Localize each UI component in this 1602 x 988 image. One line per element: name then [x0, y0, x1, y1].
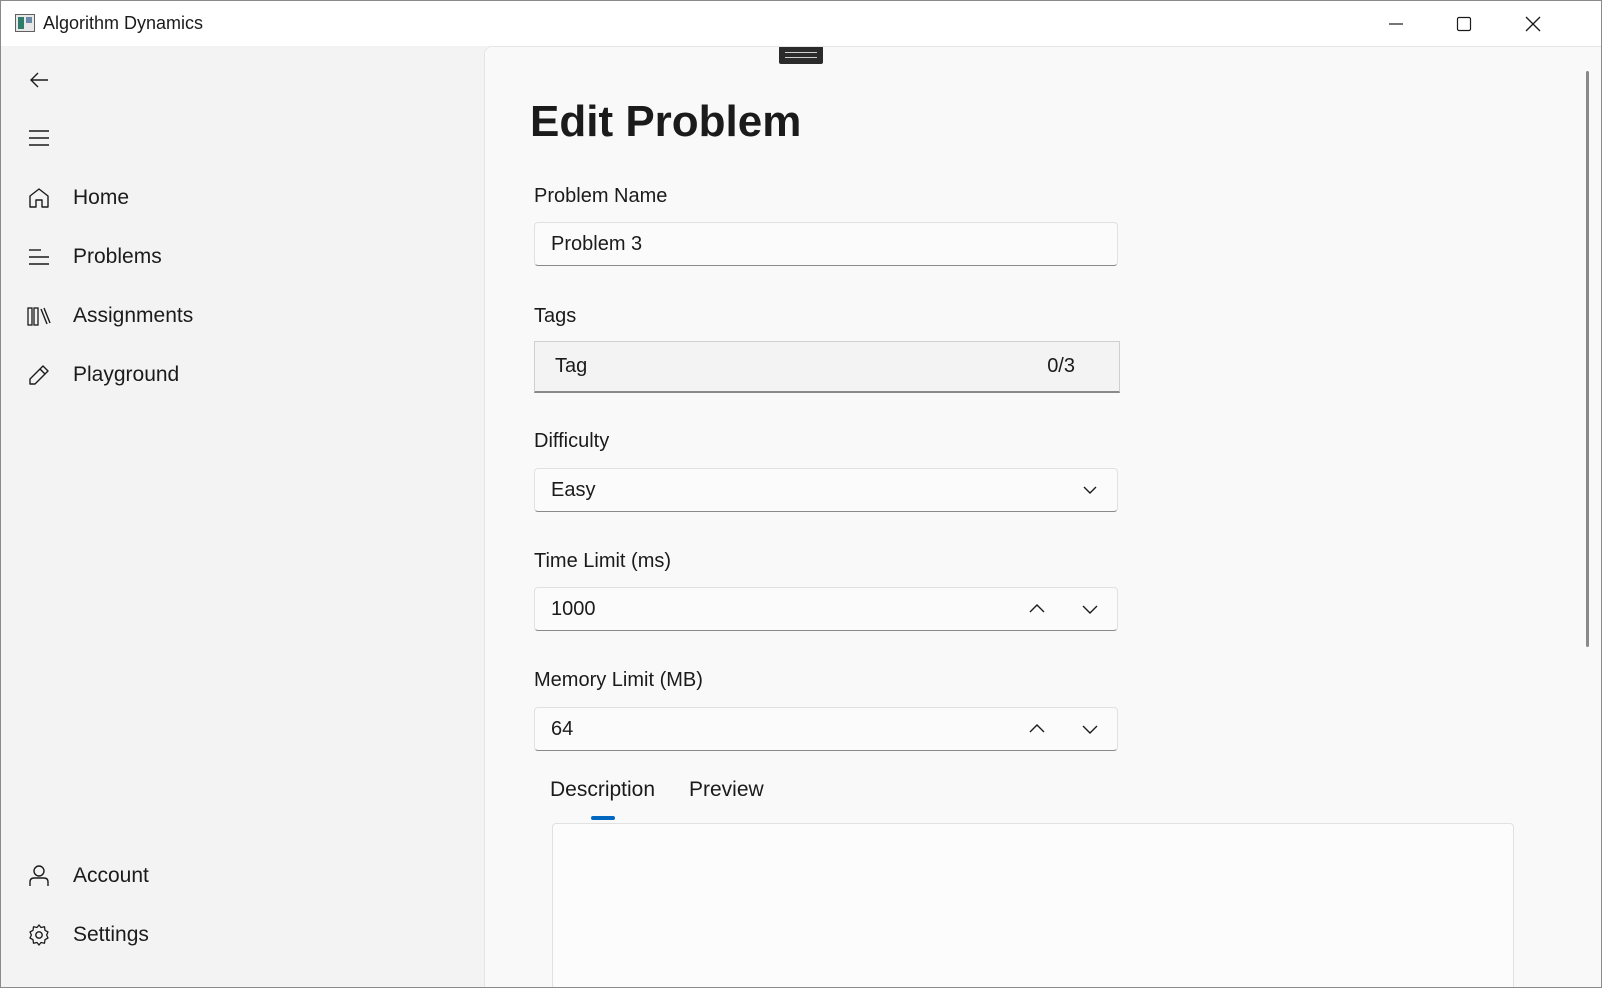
increment-button[interactable]	[1022, 714, 1052, 744]
problem-name-value: Problem 3	[551, 232, 643, 255]
back-button[interactable]	[19, 60, 59, 100]
maximize-button[interactable]	[1429, 1, 1499, 46]
nav-item-playground[interactable]: Playground	[19, 351, 459, 399]
tab-description[interactable]: Description	[550, 778, 655, 802]
nav-item-label: Account	[73, 864, 149, 887]
chevron-down-icon	[1082, 725, 1098, 734]
nav-item-label: Playground	[73, 363, 180, 386]
tab-preview[interactable]: Preview	[689, 778, 764, 802]
time-limit-value: 1000	[551, 597, 596, 620]
nav-item-problems[interactable]: Problems	[19, 233, 459, 281]
problem-name-input[interactable]: Problem 3	[534, 222, 1118, 266]
nav-item-settings[interactable]: Settings	[19, 911, 459, 959]
chevron-up-icon	[1029, 604, 1045, 613]
content-frame: Edit Problem Problem Name Problem 3 Tags…	[484, 46, 1601, 987]
maximize-icon	[1456, 16, 1472, 31]
list-icon	[19, 237, 59, 277]
navigation-pane: Home Problems Assignments Playground Acc…	[1, 46, 483, 987]
tags-placeholder: Tag	[555, 355, 588, 377]
decrement-button[interactable]	[1075, 714, 1105, 744]
difficulty-value: Easy	[551, 478, 596, 501]
drag-handle[interactable]	[779, 47, 823, 64]
pencil-icon	[19, 355, 59, 395]
chevron-down-icon	[1082, 605, 1098, 614]
title-bar[interactable]: Algorithm Dynamics	[1, 1, 1601, 46]
tags-input[interactable]: Tag 0/3	[534, 341, 1120, 393]
close-icon	[1525, 16, 1541, 31]
nav-item-label: Home	[73, 186, 130, 209]
vertical-scrollbar[interactable]	[1586, 71, 1589, 647]
memory-limit-numberbox[interactable]: 64	[534, 707, 1118, 751]
chevron-up-icon	[1029, 724, 1045, 733]
close-button[interactable]	[1498, 1, 1568, 46]
gear-icon	[19, 915, 59, 955]
memory-limit-label: Memory Limit (MB)	[534, 669, 703, 691]
nav-item-label: Assignments	[73, 304, 194, 327]
window-title: Algorithm Dynamics	[43, 13, 204, 33]
time-limit-label: Time Limit (ms)	[534, 550, 672, 572]
chevron-down-icon	[1075, 475, 1105, 505]
selected-tab-indicator	[591, 816, 615, 820]
difficulty-label: Difficulty	[534, 430, 610, 452]
minimize-button[interactable]	[1361, 1, 1431, 46]
app-window: Algorithm Dynamics Home Problems Assignm…	[0, 0, 1602, 988]
hamburger-menu-icon	[29, 130, 49, 146]
difficulty-dropdown[interactable]: Easy	[534, 468, 1118, 512]
memory-limit-value: 64	[551, 717, 574, 740]
app-icon	[15, 14, 35, 32]
nav-item-label: Settings	[73, 923, 149, 946]
library-icon	[19, 296, 59, 336]
home-icon	[19, 178, 59, 218]
person-icon	[19, 856, 59, 896]
nav-item-assignments[interactable]: Assignments	[19, 292, 459, 340]
menu-toggle-button[interactable]	[19, 118, 59, 158]
tags-count: 0/3	[1047, 355, 1075, 377]
tags-label: Tags	[534, 305, 577, 327]
problem-name-label: Problem Name	[534, 185, 668, 207]
increment-button[interactable]	[1022, 594, 1052, 624]
nav-item-label: Problems	[73, 245, 162, 268]
back-arrow-icon	[30, 72, 48, 88]
minimize-icon	[1389, 22, 1403, 25]
decrement-button[interactable]	[1075, 594, 1105, 624]
nav-item-account[interactable]: Account	[19, 852, 459, 900]
page-title: Edit Problem	[530, 97, 802, 146]
nav-item-home[interactable]: Home	[19, 174, 459, 222]
description-editor[interactable]	[552, 823, 1514, 987]
time-limit-numberbox[interactable]: 1000	[534, 587, 1118, 631]
